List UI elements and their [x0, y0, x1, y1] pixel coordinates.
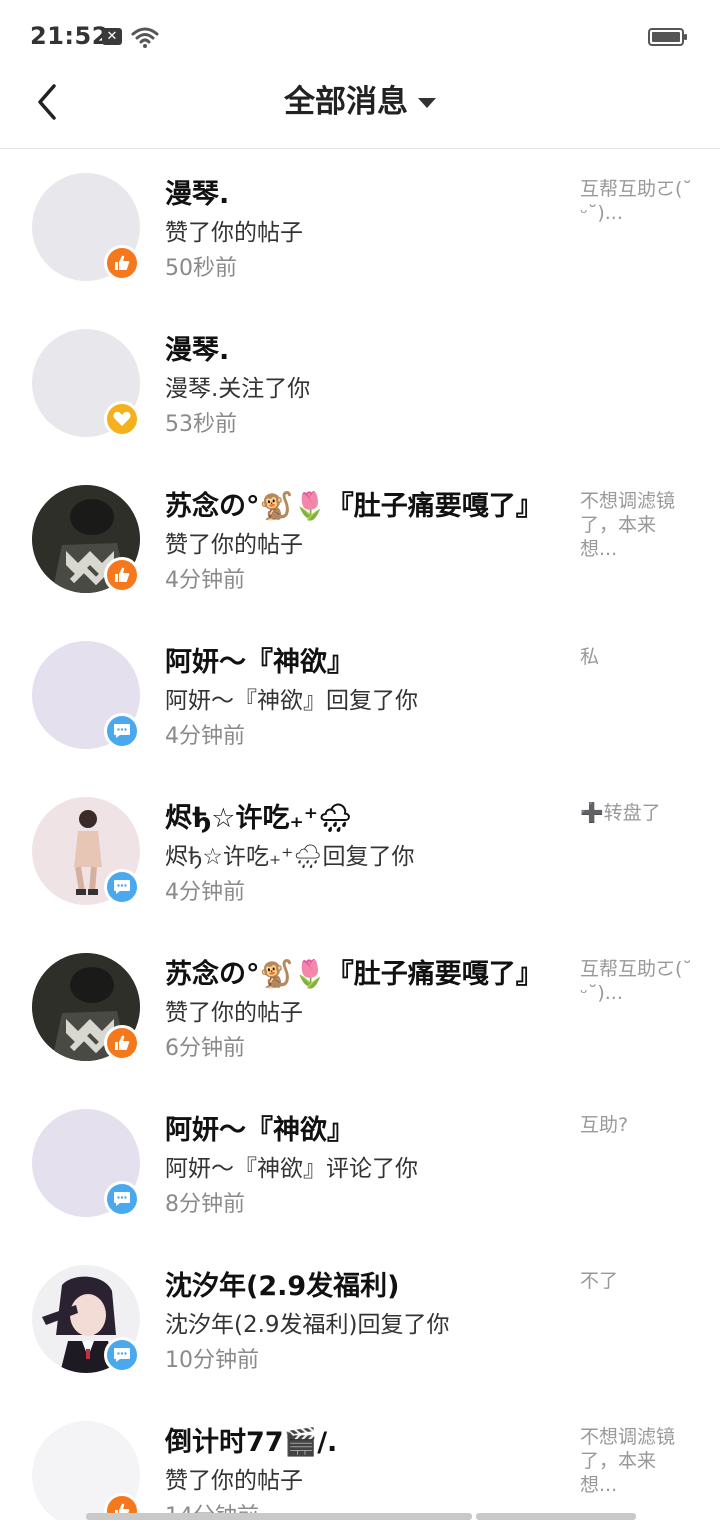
message-item[interactable]: 阿妍～『神欲』 阿妍～『神欲』回复了你 4分钟前 私 [0, 618, 720, 774]
message-action: 赞了你的帖子 [165, 220, 303, 246]
message-item[interactable]: 烬ђ☆许吃₊⁺🌧 烬ђ☆许吃₊⁺🌧回复了你 4分钟前 ➕转盘了 [0, 774, 720, 930]
message-time: 4分钟前 [165, 724, 245, 749]
message-item[interactable]: 漫琴. 漫琴.关注了你 53秒前 [0, 306, 720, 462]
message-action: 烬ђ☆许吃₊⁺🌧回复了你 [165, 844, 415, 870]
sender-name: 苏念の°🐒🌷『肚子痛要嘎了』 [165, 959, 543, 990]
header-bar: 全部消息 [0, 72, 720, 149]
message-time: 50秒前 [165, 256, 237, 281]
sender-name: 倒计时77🎬/. [165, 1427, 338, 1458]
message-action: 沈汐年(2.9发福利)回复了你 [165, 1312, 450, 1338]
comment-badge-icon [104, 1337, 140, 1373]
no-sim-icon: ✕ [102, 28, 122, 45]
comment-badge-icon [104, 869, 140, 905]
sender-name: 漫琴. [165, 179, 230, 210]
sender-name: 漫琴. [165, 335, 230, 366]
gesture-bar[interactable] [86, 1513, 636, 1520]
message-item[interactable]: 苏念の°🐒🌷『肚子痛要嘎了』 赞了你的帖子 4分钟前 不想调滤镜了，本来想... [0, 462, 720, 618]
wifi-icon [130, 24, 160, 50]
message-action: 阿妍～『神欲』回复了你 [165, 688, 418, 714]
like-badge-icon [104, 557, 140, 593]
message-time: 8分钟前 [165, 1192, 245, 1217]
status-bar: 21:52 ✕ [0, 0, 720, 72]
message-snippet: 互帮互助ㄛ(˘ᵕ˘)... [580, 958, 692, 1004]
comment-badge-icon [104, 713, 140, 749]
heart-badge-icon [104, 401, 140, 437]
sender-name: 烬ђ☆许吃₊⁺🌧 [165, 803, 353, 834]
caret-down-icon [418, 80, 436, 124]
message-item[interactable]: 漫琴. 赞了你的帖子 50秒前 互帮互助ㄛ(˘ᵕ˘)... [0, 150, 720, 306]
message-filter-dropdown[interactable]: 全部消息 [0, 80, 720, 124]
message-snippet: 互帮互助ㄛ(˘ᵕ˘)... [580, 178, 692, 224]
message-action: 阿妍～『神欲』评论了你 [165, 1156, 418, 1182]
message-time: 53秒前 [165, 412, 237, 437]
message-time: 4分钟前 [165, 880, 245, 905]
message-snippet: 不想调滤镜了，本来想... [580, 1426, 676, 1496]
message-item[interactable]: 苏念の°🐒🌷『肚子痛要嘎了』 赞了你的帖子 6分钟前 互帮互助ㄛ(˘ᵕ˘)... [0, 930, 720, 1086]
message-item[interactable]: 阿妍～『神欲』 阿妍～『神欲』评论了你 8分钟前 互助? [0, 1086, 720, 1242]
message-snippet: 互助? [580, 1114, 629, 1136]
battery-icon [648, 27, 688, 47]
message-snippet: 私 [580, 646, 600, 668]
message-item[interactable]: 倒计时77🎬/. 赞了你的帖子 14分钟前 不想调滤镜了，本来想... [0, 1398, 720, 1520]
sender-name: 苏念の°🐒🌷『肚子痛要嘎了』 [165, 491, 543, 522]
message-time: 10分钟前 [165, 1348, 259, 1373]
message-snippet: 不了 [580, 1270, 619, 1292]
like-badge-icon [104, 1025, 140, 1061]
message-snippet: ➕转盘了 [580, 802, 661, 824]
message-action: 赞了你的帖子 [165, 1000, 303, 1026]
sender-name: 沈汐年(2.9发福利) [165, 1271, 400, 1302]
sender-name: 阿妍～『神欲』 [165, 1115, 354, 1146]
comment-badge-icon [104, 1181, 140, 1217]
message-action: 赞了你的帖子 [165, 532, 303, 558]
message-list: 漫琴. 赞了你的帖子 50秒前 互帮互助ㄛ(˘ᵕ˘)... 漫琴. 漫琴.关注了… [0, 150, 720, 1520]
message-action: 赞了你的帖子 [165, 1468, 303, 1494]
message-action: 漫琴.关注了你 [165, 376, 311, 402]
sender-name: 阿妍～『神欲』 [165, 647, 354, 678]
message-time: 6分钟前 [165, 1036, 245, 1061]
status-time: 21:52 [30, 22, 109, 50]
message-snippet: 不想调滤镜了，本来想... [580, 490, 676, 560]
message-time: 4分钟前 [165, 568, 245, 593]
message-item[interactable]: 沈汐年(2.9发福利) 沈汐年(2.9发福利)回复了你 10分钟前 不了 [0, 1242, 720, 1398]
like-badge-icon [104, 245, 140, 281]
page-title: 全部消息 [284, 84, 408, 120]
